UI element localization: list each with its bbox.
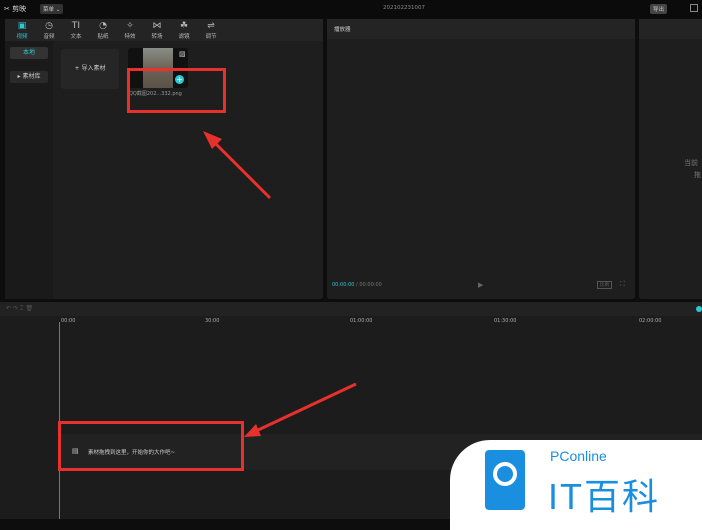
watermark-brand: PConline bbox=[550, 448, 607, 464]
arrow-2 bbox=[255, 382, 357, 433]
watermark-logo-icon bbox=[485, 450, 525, 510]
watermark: PConline IT百科 bbox=[450, 440, 702, 530]
watermark-name: IT百科 bbox=[548, 476, 660, 517]
arrow-1 bbox=[210, 138, 272, 200]
arrow-2-head bbox=[244, 424, 261, 437]
